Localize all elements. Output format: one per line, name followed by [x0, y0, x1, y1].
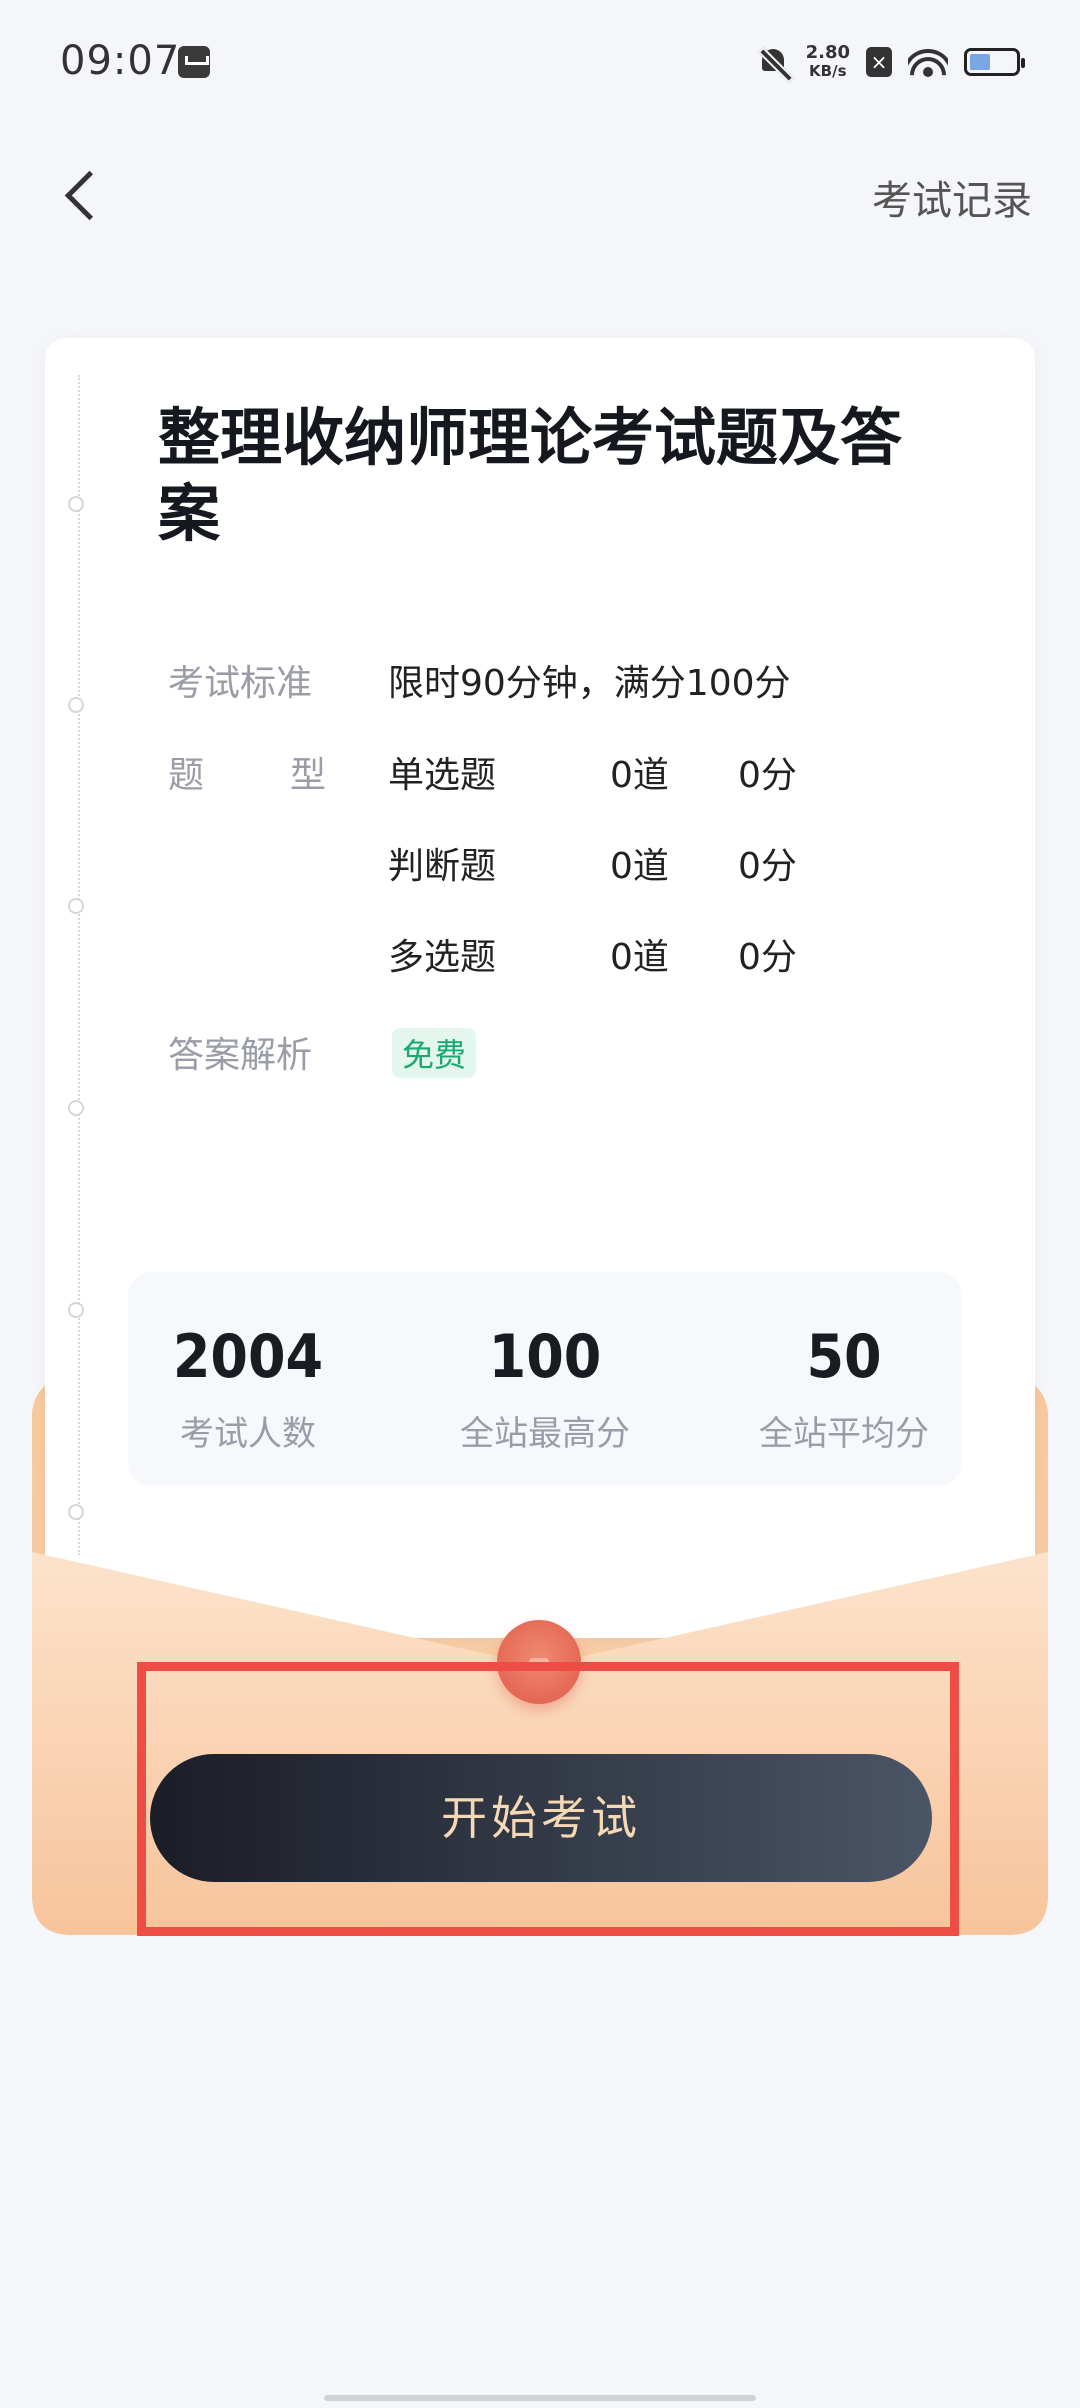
stat-label: 全站平均分	[759, 1414, 929, 1454]
wifi-icon	[908, 45, 948, 79]
timeline-dotted-line	[78, 375, 80, 1555]
stat-highest-score: 100 全站最高分	[435, 1322, 655, 1455]
stat-value: 50	[806, 1322, 882, 1392]
stats-panel: 2004 考试人数 100 全站最高分 50 全站平均分	[128, 1272, 962, 1486]
stat-label: 考试人数	[180, 1414, 316, 1454]
question-type-label-part: 型	[289, 755, 326, 796]
home-indicator[interactable]	[324, 2395, 756, 2401]
back-button[interactable]	[60, 160, 120, 230]
question-type-score: 0分	[738, 846, 797, 887]
analysis-label: 答案解析	[168, 1035, 313, 1076]
question-type-count: 0道	[610, 937, 669, 978]
timeline-dot	[68, 1504, 84, 1520]
network-speed: 2.80 KB/s	[805, 42, 850, 81]
timeline-dot	[68, 697, 84, 713]
status-time: 09:07	[60, 38, 181, 84]
standard-value: 限时90分钟，满分100分	[388, 663, 791, 704]
exam-title: 整理收纳师理论考试题及答案	[158, 401, 903, 550]
battery-icon	[964, 48, 1025, 76]
x-box-icon: ×	[866, 47, 892, 77]
question-type-score: 0分	[738, 755, 797, 796]
stat-average-score: 50 全站平均分	[734, 1322, 954, 1455]
highlight-box	[137, 1662, 959, 1936]
question-type-count: 0道	[610, 755, 669, 796]
question-type-label: 题 型	[168, 746, 326, 798]
timeline-dot	[68, 1100, 84, 1116]
timeline-dot	[68, 898, 84, 914]
question-type-label-part: 题	[168, 755, 205, 796]
app-notification-icon	[178, 46, 210, 78]
question-type-name: 单选题	[388, 755, 497, 796]
exam-record-link[interactable]: 考试记录	[872, 168, 1032, 226]
question-type-name: 判断题	[388, 846, 497, 887]
status-icons: 2.80 KB/s ×	[756, 42, 1025, 84]
status-bar: 09:07 2.80 KB/s ×	[0, 0, 1080, 120]
stat-participants: 2004 考试人数	[128, 1322, 368, 1455]
free-badge: 免费	[392, 1028, 477, 1078]
mute-icon	[756, 45, 794, 84]
network-speed-unit: KB/s	[809, 62, 847, 80]
standard-label: 考试标准	[168, 663, 313, 704]
network-speed-value: 2.80	[805, 42, 850, 63]
question-type-name: 多选题	[388, 937, 497, 978]
chevron-left-icon	[64, 170, 115, 221]
stat-value: 100	[488, 1322, 602, 1392]
stat-value: 2004	[172, 1322, 324, 1392]
question-type-count: 0道	[610, 846, 669, 887]
timeline-dot	[68, 1302, 84, 1318]
timeline-dot	[68, 496, 84, 512]
question-type-score: 0分	[738, 937, 797, 978]
stat-label: 全站最高分	[460, 1414, 630, 1454]
